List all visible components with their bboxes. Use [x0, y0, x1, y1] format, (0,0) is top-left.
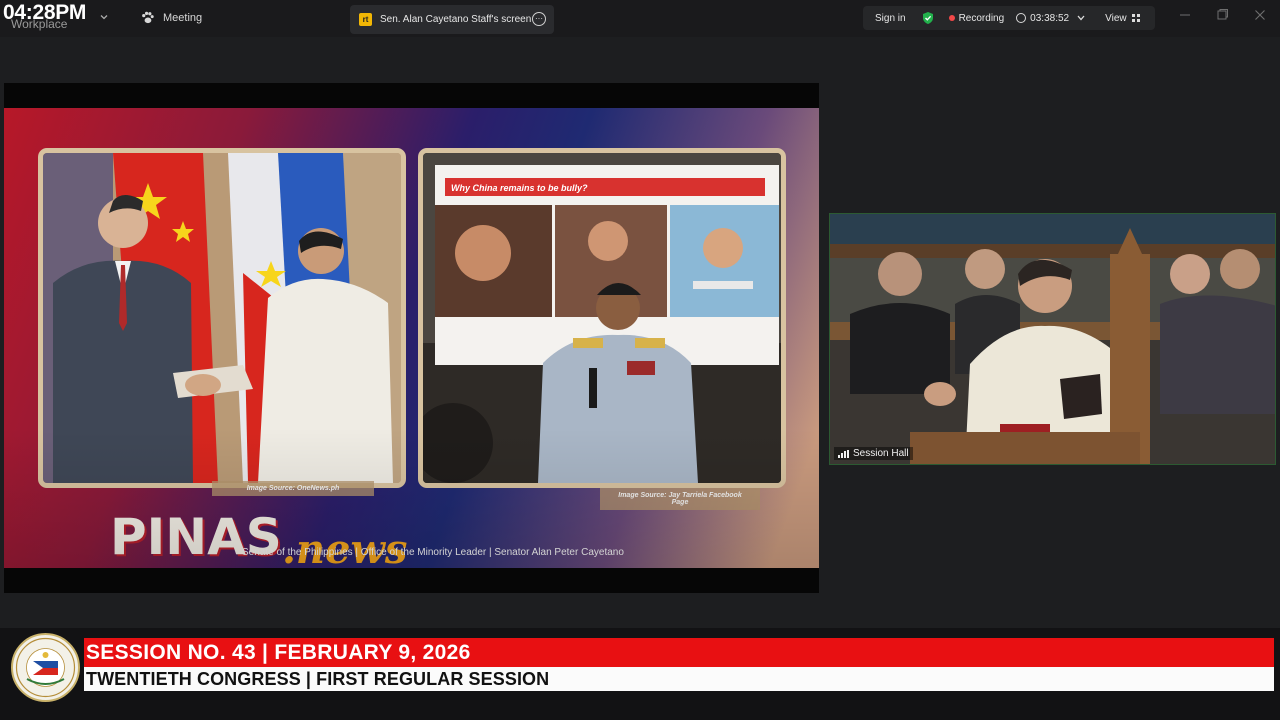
congress-subtitle: TWENTIETH CONGRESS | FIRST REGULAR SESSI…: [86, 669, 550, 689]
session-hall-video[interactable]: Session Hall: [829, 213, 1276, 465]
senate-seal-logo: [11, 633, 80, 702]
maximize-icon[interactable]: [1216, 9, 1228, 21]
meeting-controls: Sign in Recording 03:38:52 View: [863, 6, 1155, 30]
news-slide: Why China remains to be bully? Image Sou…: [4, 108, 819, 573]
recording-dot-icon: [948, 15, 955, 21]
sign-in-button[interactable]: Sign in: [875, 13, 906, 24]
recording-label: Recording: [958, 12, 1005, 24]
handshake-photo: [43, 153, 401, 483]
photo-briefing: Why China remains to be bully?: [418, 148, 786, 488]
photo-handshake: [38, 148, 406, 488]
view-label: View: [1105, 12, 1127, 24]
view-button[interactable]: View: [1105, 13, 1140, 24]
signal-strength-icon: [838, 449, 849, 458]
minimize-icon[interactable]: [1179, 9, 1191, 21]
clock: 04:28PM: [3, 1, 87, 24]
briefing-photo: Why China remains to be bully?: [423, 153, 781, 483]
shield-check-icon[interactable]: [921, 11, 935, 25]
brand-logo-news: .news: [282, 526, 408, 573]
chevron-down-icon: [1077, 15, 1085, 21]
video-name-tag: Session Hall: [834, 447, 913, 460]
paw-icon: [142, 11, 154, 24]
meeting-label: Meeting: [163, 11, 203, 24]
meeting-timer[interactable]: 03:38:52: [1016, 13, 1085, 24]
video-label: Session Hall: [853, 448, 909, 459]
shared-screen-view[interactable]: Why China remains to be bully? Image Sou…: [4, 83, 819, 593]
recording-indicator[interactable]: Recording: [948, 12, 1005, 24]
slide-caption: Senate of the Philippines | Office of th…: [242, 547, 624, 558]
lower-third-banner: SESSION NO. 43 | FEBRUARY 9, 2026 TWENTI…: [0, 628, 1280, 720]
session-hall-scene: [830, 214, 1275, 464]
chevron-down-icon[interactable]: [100, 13, 108, 21]
image-source-left: Image Source: OneNews.ph: [212, 481, 374, 496]
inner-slide-title: Why China remains to be bully?: [451, 183, 588, 193]
shared-screen-tab[interactable]: rt Sen. Alan Cayetano Staff's screen ···: [350, 5, 554, 34]
session-title: SESSION NO. 43 | FEBRUARY 9, 2026: [86, 641, 471, 664]
meeting-button[interactable]: Meeting: [140, 10, 202, 25]
more-options-icon[interactable]: ···: [532, 12, 546, 26]
timer-value: 03:38:52: [1030, 12, 1070, 24]
share-app-logo: rt: [359, 13, 372, 26]
image-source-right: Image Source: Jay Tarriela Facebook Page: [600, 488, 760, 510]
clock-icon: [1016, 13, 1027, 23]
close-icon[interactable]: [1254, 9, 1266, 21]
view-grid-icon: [1131, 14, 1140, 22]
seal-emblem-icon: [15, 637, 76, 698]
top-bar: Workplace 04:28PM Meeting rt Sen. Alan C…: [0, 0, 1280, 37]
brand-logo-text: PINAS: [110, 508, 282, 566]
shared-screen-label: Sen. Alan Cayetano Staff's screen: [380, 14, 532, 25]
